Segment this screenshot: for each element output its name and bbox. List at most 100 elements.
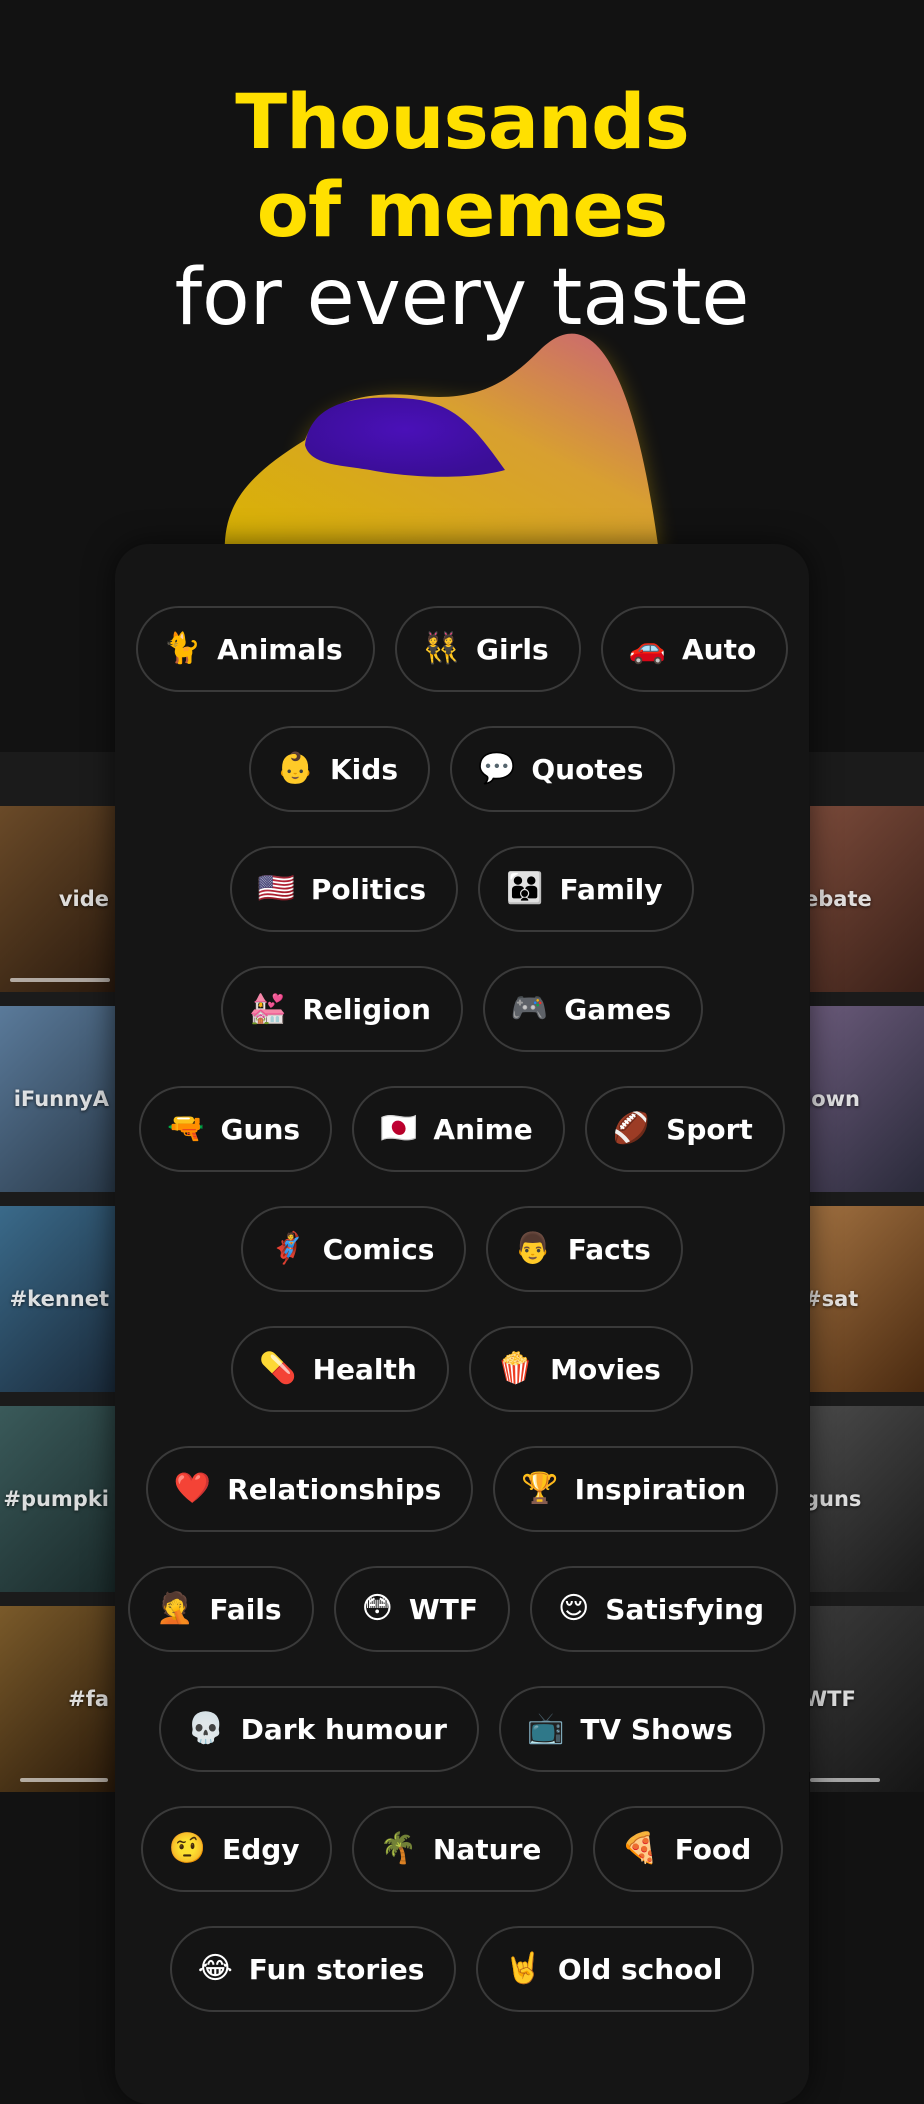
right-preview-column: ebate lown #sat guns WTF (810, 806, 924, 1806)
category-chip-comics[interactable]: 🦸 Comics (241, 1206, 467, 1292)
category-emoji-icon: 😳 (361, 1591, 393, 1626)
category-chip-tv-shows[interactable]: 📺 TV Shows (498, 1686, 765, 1772)
category-emoji-icon: 🚗 (628, 631, 667, 666)
category-label: Edgy (222, 1832, 300, 1866)
category-chip-inspiration[interactable]: 🏆 Inspiration (493, 1446, 779, 1532)
category-emoji-icon: 🤘 (504, 1951, 542, 1986)
category-emoji-icon: 😂 (197, 1951, 233, 1986)
category-chip-guns[interactable]: 🔫 Guns (139, 1086, 333, 1172)
decorative-blob (224, 333, 660, 560)
category-chip-religion[interactable]: 💒 Religion (221, 966, 463, 1052)
category-chip-girls[interactable]: 👯 Girls (394, 606, 581, 692)
category-label: Old school (557, 1952, 723, 1986)
preview-tag: guns (810, 1487, 862, 1511)
category-emoji-icon: 🇯🇵 (380, 1111, 418, 1146)
preview-tag: vide (58, 887, 109, 911)
category-emoji-icon: 😌 (558, 1591, 590, 1626)
category-emoji-icon: 🤦 (155, 1591, 194, 1626)
category-chip-politics[interactable]: 🇺🇸 Politics (229, 846, 459, 932)
category-chip-dark-humour[interactable]: 💀 Dark humour (159, 1686, 479, 1772)
preview-tile[interactable]: #sat (810, 1206, 924, 1392)
preview-tile[interactable]: ebate (810, 806, 924, 992)
category-label: Politics (310, 872, 427, 906)
category-emoji-icon: 🦸 (269, 1231, 307, 1266)
category-chip-auto[interactable]: 🚗 Auto (600, 606, 789, 692)
category-label: Quotes (531, 752, 644, 786)
category-chip-facts[interactable]: 👨 Facts (486, 1206, 683, 1292)
category-chip-anime[interactable]: 🇯🇵 Anime (352, 1086, 565, 1172)
preview-tile[interactable]: #pumpki (0, 1406, 115, 1592)
preview-tile[interactable]: guns (810, 1406, 924, 1592)
category-label: Animals (217, 632, 343, 666)
category-chip-animals[interactable]: 🐈 Animals (135, 606, 375, 692)
category-chip-health[interactable]: 💊 Health (231, 1326, 449, 1412)
preview-tile[interactable]: iFunnyA (0, 1006, 115, 1192)
category-label: Nature (432, 1832, 542, 1866)
category-emoji-icon: 🎮 (510, 991, 549, 1026)
category-row: 😂 Fun stories 🤘 Old school (115, 1926, 809, 2016)
preview-tag: #sat (810, 1287, 859, 1311)
category-chip-movies[interactable]: 🍿 Movies (468, 1326, 693, 1412)
category-row: 💊 Health 🍿 Movies (115, 1326, 809, 1416)
preview-tag: #kennet (9, 1287, 109, 1311)
category-emoji-icon: 💬 (478, 751, 516, 786)
category-emoji-icon: 📺 (526, 1711, 565, 1746)
category-chip-games[interactable]: 🎮 Games (482, 966, 703, 1052)
preview-tile[interactable]: #fa (0, 1606, 115, 1792)
category-label: Dark humour (240, 1712, 447, 1746)
preview-tag: ebate (810, 887, 872, 911)
category-emoji-icon: 💒 (249, 991, 287, 1026)
category-chip-relationships[interactable]: ❤️ Relationships (145, 1446, 474, 1532)
category-row: 🇺🇸 Politics 👪 Family (115, 846, 809, 936)
category-row: 🐈 Animals 👯 Girls 🚗 Auto (115, 606, 809, 696)
category-chip-kids[interactable]: 👶 Kids (248, 726, 430, 812)
category-label: Games (564, 992, 671, 1026)
category-emoji-icon: 🏈 (612, 1111, 651, 1146)
category-label: Comics (322, 1232, 435, 1266)
preview-tile[interactable]: lown (810, 1006, 924, 1192)
category-chip-wtf[interactable]: 😳 WTF (333, 1566, 510, 1652)
preview-tile[interactable]: vide (0, 806, 115, 992)
category-label: Movies (550, 1352, 661, 1386)
category-label: Food (674, 1832, 752, 1866)
category-emoji-icon: 🌴 (379, 1831, 417, 1866)
category-emoji-icon: 💀 (187, 1711, 225, 1746)
category-emoji-icon: 👯 (422, 631, 460, 666)
progress-bar (810, 1778, 880, 1782)
category-label: Health (312, 1352, 417, 1386)
preview-tile[interactable]: WTF (810, 1606, 924, 1792)
category-emoji-icon: ❤️ (173, 1471, 212, 1506)
category-chip-food[interactable]: 🍕 Food (593, 1806, 784, 1892)
category-chip-sport[interactable]: 🏈 Sport (584, 1086, 785, 1172)
category-emoji-icon: 👪 (506, 871, 544, 906)
category-chip-fun-stories[interactable]: 😂 Fun stories (169, 1926, 457, 2012)
category-chip-list: 🐈 Animals 👯 Girls 🚗 Auto 👶 Kids 💬 Quotes 🇺🇸 Politic… (115, 606, 809, 2046)
category-emoji-icon: 💊 (259, 1351, 297, 1386)
category-row: 💒 Religion 🎮 Games (115, 966, 809, 1056)
category-chip-quotes[interactable]: 💬 Quotes (450, 726, 676, 812)
category-label: TV Shows (580, 1712, 733, 1746)
category-row: 🤨 Edgy 🌴 Nature 🍕 Food (115, 1806, 809, 1896)
category-chip-old-school[interactable]: 🤘 Old school (476, 1926, 755, 2012)
category-label: Fun stories (248, 1952, 425, 1986)
category-label: Family (559, 872, 663, 906)
category-emoji-icon: 🤨 (168, 1831, 207, 1866)
preview-tile[interactable]: #kennet (0, 1206, 115, 1392)
category-chip-nature[interactable]: 🌴 Nature (351, 1806, 574, 1892)
progress-bar (10, 978, 110, 982)
category-label: Guns (220, 1112, 301, 1146)
category-label: Auto (682, 632, 757, 666)
category-label: Sport (666, 1112, 753, 1146)
category-label: Anime (433, 1112, 533, 1146)
category-chip-family[interactable]: 👪 Family (478, 846, 695, 932)
category-emoji-icon: 🇺🇸 (257, 871, 295, 906)
category-emoji-icon: 🔫 (167, 1111, 205, 1146)
category-chip-fails[interactable]: 🤦 Fails (127, 1566, 314, 1652)
progress-bar (20, 1778, 108, 1782)
category-chip-edgy[interactable]: 🤨 Edgy (140, 1806, 332, 1892)
category-emoji-icon: 🍕 (621, 1831, 659, 1866)
category-emoji-icon: 👨 (514, 1231, 552, 1266)
preview-tag: lown (810, 1087, 860, 1111)
category-label: Inspiration (574, 1472, 747, 1506)
category-chip-satisfying[interactable]: 😌 Satisfying (530, 1566, 796, 1652)
